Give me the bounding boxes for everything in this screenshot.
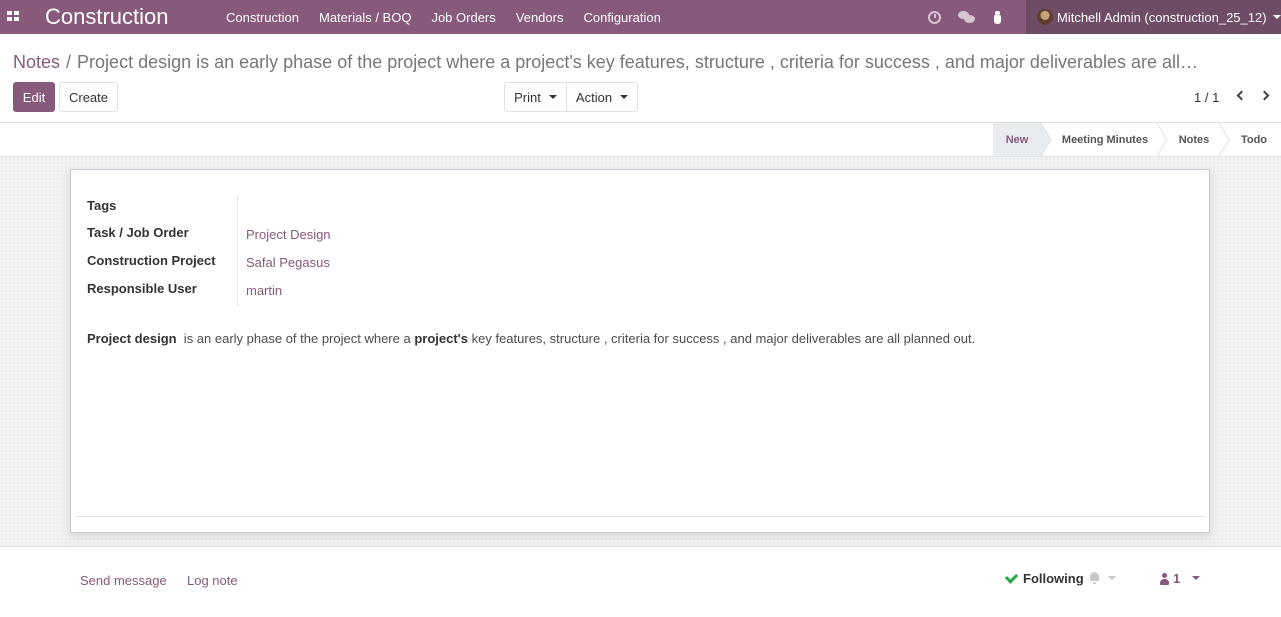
field-divider bbox=[237, 196, 238, 306]
breadcrumb-notes[interactable]: Notes bbox=[13, 52, 60, 72]
check-icon bbox=[1004, 569, 1019, 584]
breadcrumb-current: Project design is an early phase of the … bbox=[77, 52, 1203, 72]
menu-job-orders[interactable]: Job Orders bbox=[421, 10, 505, 25]
chevron-right-icon bbox=[1259, 90, 1270, 101]
stage-arrow bbox=[1157, 123, 1168, 156]
stage-notes[interactable]: Notes bbox=[1169, 123, 1219, 156]
caret-down-icon[interactable] bbox=[1108, 576, 1116, 580]
tags-label: Tags bbox=[87, 198, 117, 213]
breadcrumb-separator: / bbox=[66, 52, 72, 72]
avatar bbox=[1037, 9, 1053, 25]
top-navbar: Construction Construction Materials / BO… bbox=[0, 0, 1281, 34]
chat-icon[interactable] bbox=[958, 11, 975, 23]
followers-count: 1 bbox=[1173, 571, 1181, 586]
action-label: Action bbox=[575, 89, 613, 105]
stage-arrow bbox=[1041, 123, 1052, 156]
following-button[interactable]: Following bbox=[1004, 569, 1084, 586]
sheet-divider bbox=[76, 516, 1205, 517]
note-bold-3: project's bbox=[414, 331, 468, 346]
stage-new[interactable]: New bbox=[993, 123, 1041, 156]
user-menu[interactable]: Mitchell Admin (construction_25_12) bbox=[1026, 0, 1281, 34]
breadcrumb: Notes / Project design is an early phase o… bbox=[13, 52, 1203, 73]
menu-vendors[interactable]: Vendors bbox=[506, 10, 574, 25]
pager-value[interactable]: 1 / 1 bbox=[1194, 90, 1219, 105]
note-bold-1: Project design bbox=[87, 331, 177, 346]
note-body: Project design is an early phase of the … bbox=[87, 331, 975, 346]
user-icon bbox=[1160, 572, 1169, 585]
responsible-user-link[interactable]: martin bbox=[246, 283, 282, 298]
project-label: Construction Project bbox=[87, 253, 216, 268]
app-brand[interactable]: Construction bbox=[45, 4, 169, 30]
following-label: Following bbox=[1023, 571, 1084, 586]
caret-down-icon[interactable] bbox=[1192, 576, 1200, 580]
menu-construction[interactable]: Construction bbox=[216, 10, 309, 25]
note-text-2: is an early phase of the project where a bbox=[176, 331, 415, 346]
pager-next-button[interactable] bbox=[1259, 88, 1273, 104]
send-message-button[interactable]: Send message bbox=[80, 573, 167, 588]
create-button[interactable]: Create bbox=[59, 82, 118, 112]
task-label: Task / Job Order bbox=[87, 225, 189, 240]
main-menu: Construction Materials / BOQ Job Orders … bbox=[216, 0, 671, 34]
apps-menu-icon[interactable] bbox=[7, 11, 19, 21]
bell-icon[interactable] bbox=[1089, 572, 1100, 584]
caret-down-icon bbox=[620, 95, 629, 99]
menu-materials-boq[interactable]: Materials / BOQ bbox=[309, 10, 421, 25]
log-note-button[interactable]: Log note bbox=[187, 573, 238, 588]
user-name: Mitchell Admin (construction_25_12) bbox=[1057, 9, 1267, 25]
stage-todo[interactable]: Todo bbox=[1231, 123, 1277, 156]
bug-icon[interactable] bbox=[992, 10, 1003, 24]
followers-button[interactable]: 1 bbox=[1160, 571, 1180, 586]
systray bbox=[928, 0, 1003, 34]
note-text-4: key features, structure , criteria for s… bbox=[468, 331, 976, 346]
action-button[interactable]: Action bbox=[566, 82, 638, 112]
edit-button[interactable]: Edit bbox=[13, 82, 55, 112]
form-sheet bbox=[70, 169, 1210, 533]
status-bar: New Meeting Minutes Notes Todo bbox=[0, 122, 1281, 157]
chevron-left-icon bbox=[1236, 90, 1247, 101]
caret-down-icon bbox=[548, 95, 557, 99]
responsible-user-label: Responsible User bbox=[87, 281, 197, 296]
pager-previous-button[interactable] bbox=[1234, 88, 1248, 104]
chevron-down-icon bbox=[1272, 15, 1281, 19]
task-value-link[interactable]: Project Design bbox=[246, 227, 331, 242]
print-button[interactable]: Print bbox=[504, 82, 567, 112]
clock-icon[interactable] bbox=[928, 10, 941, 24]
print-label: Print bbox=[514, 89, 541, 105]
stage-arrow bbox=[1219, 123, 1230, 156]
menu-configuration[interactable]: Configuration bbox=[573, 10, 670, 25]
stage-meeting-minutes[interactable]: Meeting Minutes bbox=[1053, 123, 1157, 156]
project-value-link[interactable]: Safal Pegasus bbox=[246, 255, 330, 270]
